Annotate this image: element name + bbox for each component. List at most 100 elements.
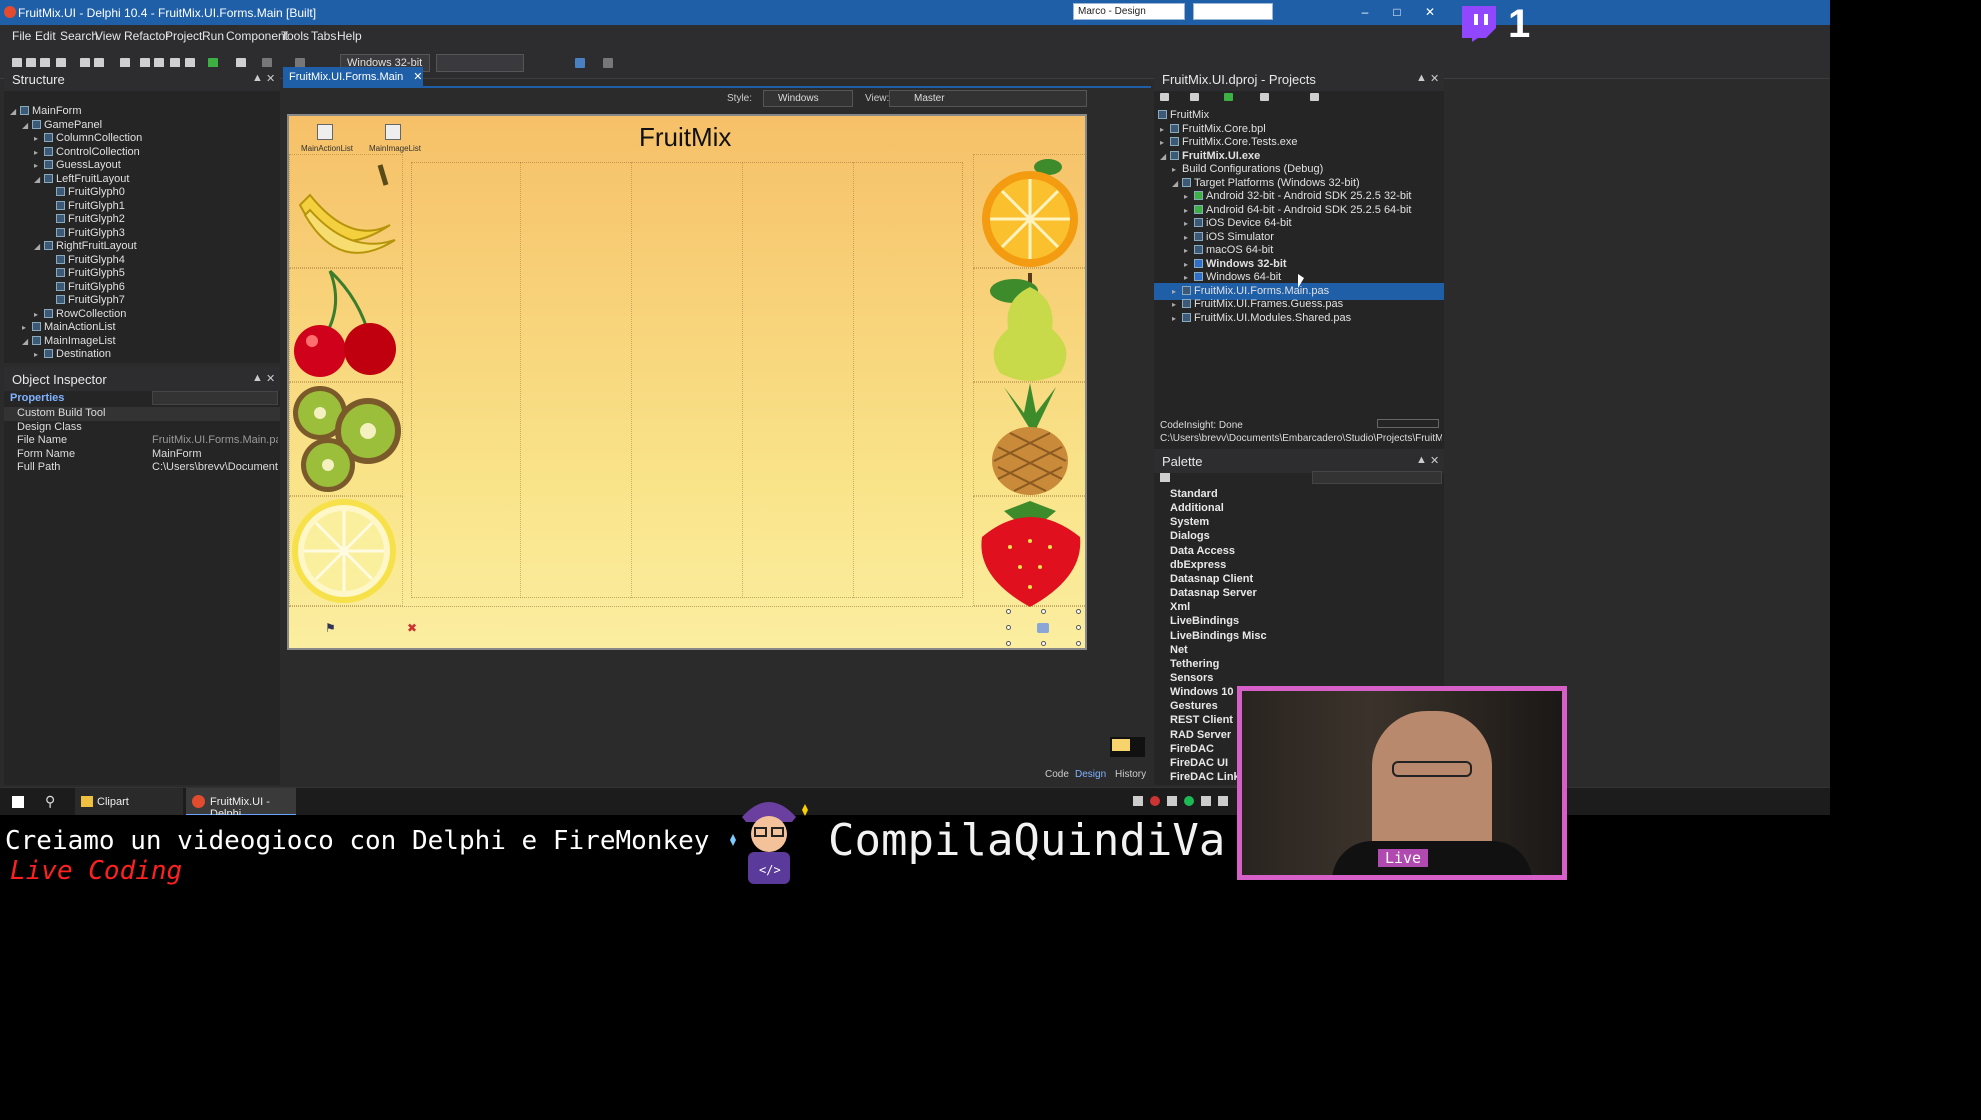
close-window-button[interactable]: ✕: [1415, 3, 1445, 21]
tray-icon[interactable]: [1133, 796, 1143, 806]
menu-tabs[interactable]: Tabs: [311, 29, 336, 43]
palette-category[interactable]: FireDAC UI: [1170, 757, 1228, 769]
build-icon[interactable]: [1260, 93, 1269, 101]
palette-category[interactable]: RAD Server: [1170, 729, 1231, 741]
view-selector[interactable]: Master: [889, 90, 1087, 107]
prop-value[interactable]: C:\Users\brevv\Documents\Embar: [152, 461, 278, 475]
fruit-glyph-6[interactable]: [973, 382, 1085, 496]
palette-category[interactable]: Data Access: [1170, 545, 1235, 557]
palette-category[interactable]: FireDAC Links: [1170, 771, 1246, 783]
spotify-icon[interactable]: [1184, 796, 1194, 806]
maximize-button[interactable]: □: [1382, 3, 1412, 21]
taskbar-item-delphi[interactable]: FruitMix.UI - Delphi...: [186, 788, 296, 820]
selection-handle[interactable]: [1076, 609, 1081, 614]
tray-icon[interactable]: [1201, 796, 1211, 806]
menu-help[interactable]: Help: [337, 29, 362, 43]
form-thumbnail[interactable]: [1110, 737, 1145, 757]
properties-tab[interactable]: Properties: [10, 392, 64, 404]
menu-view[interactable]: View: [95, 29, 121, 43]
close-icon[interactable]: ✕: [1430, 454, 1439, 467]
layout-combo[interactable]: Marco - Design: [1073, 3, 1185, 20]
tree-node[interactable]: ▸ FruitMix.UI.Modules.Shared.pas: [1172, 310, 1351, 327]
menu-edit[interactable]: Edit: [35, 29, 56, 43]
search-icon[interactable]: ⚲: [45, 793, 55, 810]
tree-node[interactable]: ▸ Destination: [34, 346, 111, 363]
fruit-glyph-5[interactable]: [973, 268, 1085, 382]
fruit-glyph-3[interactable]: [289, 496, 403, 606]
palette-category[interactable]: dbExpress: [1170, 559, 1226, 571]
palette-search[interactable]: [1312, 471, 1442, 484]
code-tab[interactable]: Code: [1045, 769, 1069, 780]
fruit-glyph-1[interactable]: [289, 268, 403, 382]
pin-icon[interactable]: ▲: [252, 72, 263, 84]
tab-main-form[interactable]: FruitMix.UI.Forms.Main ✕: [283, 67, 423, 86]
windows-start-icon[interactable]: [12, 796, 24, 808]
palette-category[interactable]: Additional: [1170, 502, 1224, 514]
sync-icon[interactable]: [1160, 93, 1169, 101]
palette-category[interactable]: Datasnap Server: [1170, 587, 1257, 599]
close-icon[interactable]: ✕: [1430, 72, 1439, 85]
selection-handle[interactable]: [1006, 609, 1011, 614]
search-box[interactable]: [1193, 3, 1273, 20]
options-icon[interactable]: [1310, 93, 1319, 101]
taskbar-item-clipart[interactable]: Clipart: [75, 788, 183, 816]
style-selector[interactable]: Windows: [763, 90, 853, 107]
selection-handle[interactable]: [1006, 625, 1011, 630]
prop-name[interactable]: Custom Build Tool: [17, 407, 105, 421]
menu-tools[interactable]: Tools: [281, 29, 309, 43]
palette-category[interactable]: Net: [1170, 644, 1188, 656]
palette-category[interactable]: Gestures: [1170, 700, 1218, 712]
prop-name[interactable]: File Name: [17, 434, 67, 448]
close-icon[interactable]: ✕: [266, 72, 275, 85]
menu-project[interactable]: Project: [165, 29, 202, 43]
menu-refactor[interactable]: Refactor: [124, 29, 169, 43]
minimize-button[interactable]: –: [1350, 3, 1380, 21]
menu-file[interactable]: File: [12, 29, 31, 43]
guess-layout[interactable]: [411, 162, 963, 598]
design-tab[interactable]: Design: [1075, 769, 1106, 780]
palette-category[interactable]: LiveBindings: [1170, 615, 1239, 627]
arrow-icon[interactable]: [1037, 623, 1049, 633]
refresh-icon[interactable]: [1224, 93, 1233, 101]
tray-icon[interactable]: [1218, 796, 1228, 806]
pin-icon[interactable]: ▲: [252, 372, 263, 384]
selection-handle[interactable]: [1006, 641, 1011, 646]
menu-search[interactable]: Search: [60, 29, 98, 43]
add-icon[interactable]: [1190, 93, 1199, 101]
fruit-glyph-7[interactable]: [973, 496, 1085, 607]
palette-category[interactable]: Standard: [1170, 488, 1218, 500]
prop-name[interactable]: Design Class: [17, 421, 82, 435]
palette-category[interactable]: Dialogs: [1170, 530, 1210, 542]
selection-handle[interactable]: [1076, 641, 1081, 646]
tray-icon[interactable]: [1150, 796, 1160, 806]
action-list-icon[interactable]: [317, 124, 333, 140]
palette-category[interactable]: Tethering: [1170, 658, 1219, 670]
selection-handle[interactable]: [1041, 641, 1046, 646]
image-list-icon[interactable]: [385, 124, 401, 140]
prop-value[interactable]: FruitMix.UI.Forms.Main.pas: [152, 434, 278, 448]
fruit-glyph-0[interactable]: [289, 154, 403, 268]
fruit-glyph-2[interactable]: [289, 382, 403, 496]
pin-icon[interactable]: ▲: [1416, 454, 1427, 466]
palette-category[interactable]: Sensors: [1170, 672, 1213, 684]
prop-name[interactable]: Form Name: [17, 448, 75, 462]
back-icon[interactable]: [575, 58, 585, 68]
selection-handle[interactable]: [1076, 625, 1081, 630]
prop-value[interactable]: MainForm: [152, 448, 278, 462]
palette-category[interactable]: LiveBindings Misc: [1170, 630, 1267, 642]
menu-component[interactable]: Component: [226, 29, 288, 43]
palette-category[interactable]: Windows 10: [1170, 686, 1233, 698]
palette-menu-icon[interactable]: [1160, 473, 1170, 482]
prop-name[interactable]: Full Path: [17, 461, 60, 475]
menu-run[interactable]: Run: [202, 29, 224, 43]
cancel-icon[interactable]: ✖: [407, 621, 417, 635]
property-search[interactable]: [152, 391, 278, 405]
palette-category[interactable]: Xml: [1170, 601, 1190, 613]
device-selector[interactable]: [436, 54, 524, 72]
forward-icon[interactable]: [603, 58, 613, 68]
history-tab[interactable]: History: [1115, 769, 1146, 780]
palette-category[interactable]: REST Client: [1170, 714, 1233, 726]
flag-icon[interactable]: ⚑: [325, 621, 336, 635]
fruit-glyph-4[interactable]: [973, 154, 1085, 268]
selection-handle[interactable]: [1041, 609, 1046, 614]
